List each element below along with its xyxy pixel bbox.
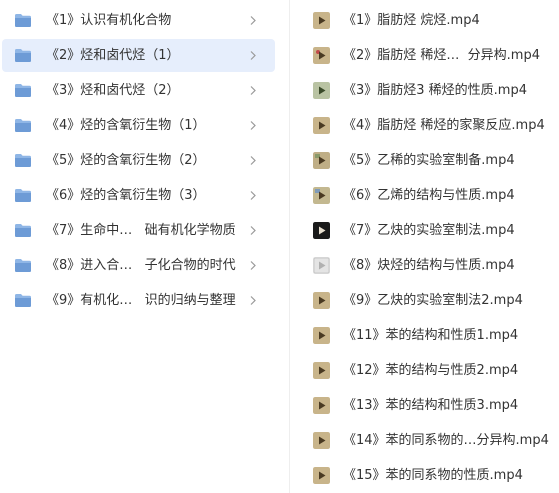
pane-divider	[289, 0, 290, 493]
video-item-3[interactable]: 《3》脂肪烃3 稀烃的性质.mp4	[300, 74, 555, 107]
video-thumb-icon	[313, 362, 330, 379]
chevron-right-icon	[250, 16, 256, 25]
folder-label: 《5》烃的含氧衍生物（2）	[46, 153, 206, 168]
video-label: 《7》乙炔的实验室制法.mp4	[343, 223, 515, 238]
video-label: 《8》炔烃的结构与性质.mp4	[343, 258, 515, 273]
video-thumb-icon	[313, 187, 330, 204]
video-label: 《2》脂肪烃 稀烃… 分异构.mp4	[343, 48, 540, 63]
chevron-right-icon	[250, 86, 256, 95]
folder-icon	[15, 14, 31, 27]
video-item-7[interactable]: 《7》乙炔的实验室制法.mp4	[300, 214, 555, 247]
folder-label: 《4》烃的含氧衍生物（1）	[46, 118, 206, 133]
folder-icon	[15, 294, 31, 307]
video-label: 《12》苯的结构与性质2.mp4	[343, 363, 519, 378]
video-label: 《1》脂肪烃 烷烃.mp4	[343, 13, 480, 28]
video-label: 《6》乙烯的结构与性质.mp4	[343, 188, 515, 203]
folder-item-3[interactable]: 《3》烃和卤代烃（2）	[2, 74, 275, 107]
video-thumb-icon	[313, 82, 330, 99]
video-label: 《15》苯的同系物的性质.mp4	[343, 468, 523, 483]
video-item-10[interactable]: 《11》苯的结构和性质1.mp4	[300, 319, 555, 352]
video-item-12[interactable]: 《13》苯的结构和性质3.mp4	[300, 389, 555, 422]
video-item-13[interactable]: 《14》苯的同系物的…分异构.mp4	[300, 424, 555, 457]
video-list-pane: 《1》脂肪烃 烷烃.mp4 《2》脂肪烃 稀烃… 分异构.mp4 《3》脂肪烃3…	[300, 0, 559, 493]
folder-label: 《7》生命中… 础有机化学物质	[46, 223, 236, 238]
video-item-14[interactable]: 《15》苯的同系物的性质.mp4	[300, 459, 555, 492]
video-label: 《5》乙稀的实验室制备.mp4	[343, 153, 515, 168]
folder-icon	[15, 154, 31, 167]
folder-item-1[interactable]: 《1》认识有机化合物	[2, 4, 275, 37]
folder-label: 《9》有机化… 识的归纳与整理	[46, 293, 236, 308]
folder-label: 《2》烃和卤代烃（1）	[46, 48, 180, 63]
video-thumb-icon	[313, 432, 330, 449]
chevron-right-icon	[250, 191, 256, 200]
folder-icon	[15, 84, 31, 97]
video-label: 《13》苯的结构和性质3.mp4	[343, 398, 519, 413]
folder-icon	[15, 224, 31, 237]
folder-label: 《3》烃和卤代烃（2）	[46, 83, 180, 98]
video-item-8[interactable]: 《8》炔烃的结构与性质.mp4	[300, 249, 555, 282]
video-label: 《4》脂肪烃 稀烃的家聚反应.mp4	[343, 118, 545, 133]
video-thumb-icon	[313, 12, 330, 29]
folder-label: 《6》烃的含氧衍生物（3）	[46, 188, 206, 203]
video-label: 《11》苯的结构和性质1.mp4	[343, 328, 519, 343]
video-label: 《3》脂肪烃3 稀烃的性质.mp4	[343, 83, 527, 98]
video-label: 《14》苯的同系物的…分异构.mp4	[343, 433, 549, 448]
video-item-1[interactable]: 《1》脂肪烃 烷烃.mp4	[300, 4, 555, 37]
video-item-4[interactable]: 《4》脂肪烃 稀烃的家聚反应.mp4	[300, 109, 555, 142]
video-thumb-icon	[313, 397, 330, 414]
video-thumb-icon	[313, 292, 330, 309]
chevron-right-icon	[250, 226, 256, 235]
video-thumb-icon	[313, 222, 330, 239]
folder-item-8[interactable]: 《8》进入合… 子化合物的时代	[2, 249, 275, 282]
folder-list-pane: 《1》认识有机化合物 《2》烃和卤代烃（1） 《3》烃和卤代烃（2） 《4》烃的…	[0, 0, 278, 493]
chevron-right-icon	[250, 156, 256, 165]
video-thumb-icon	[313, 152, 330, 169]
folder-label: 《8》进入合… 子化合物的时代	[46, 258, 236, 273]
video-thumb-icon	[313, 47, 330, 64]
folder-item-4[interactable]: 《4》烃的含氧衍生物（1）	[2, 109, 275, 142]
folder-item-2[interactable]: 《2》烃和卤代烃（1）	[2, 39, 275, 72]
video-item-2[interactable]: 《2》脂肪烃 稀烃… 分异构.mp4	[300, 39, 555, 72]
video-item-11[interactable]: 《12》苯的结构与性质2.mp4	[300, 354, 555, 387]
chevron-right-icon	[250, 121, 256, 130]
folder-item-9[interactable]: 《9》有机化… 识的归纳与整理	[2, 284, 275, 317]
video-thumb-icon	[313, 327, 330, 344]
folder-icon	[15, 119, 31, 132]
folder-item-7[interactable]: 《7》生命中… 础有机化学物质	[2, 214, 275, 247]
chevron-right-icon	[250, 296, 256, 305]
video-thumb-icon	[313, 117, 330, 134]
video-item-5[interactable]: 《5》乙稀的实验室制备.mp4	[300, 144, 555, 177]
video-label: 《9》乙炔的实验室制法2.mp4	[343, 293, 523, 308]
folder-label: 《1》认识有机化合物	[46, 13, 172, 28]
folder-item-5[interactable]: 《5》烃的含氧衍生物（2）	[2, 144, 275, 177]
folder-icon	[15, 189, 31, 202]
video-thumb-icon	[313, 257, 330, 274]
folder-icon	[15, 49, 31, 62]
chevron-right-icon	[250, 261, 256, 270]
chevron-right-icon	[250, 51, 256, 60]
folder-icon	[15, 259, 31, 272]
video-item-6[interactable]: 《6》乙烯的结构与性质.mp4	[300, 179, 555, 212]
video-thumb-icon	[313, 467, 330, 484]
video-item-9[interactable]: 《9》乙炔的实验室制法2.mp4	[300, 284, 555, 317]
folder-item-6[interactable]: 《6》烃的含氧衍生物（3）	[2, 179, 275, 212]
